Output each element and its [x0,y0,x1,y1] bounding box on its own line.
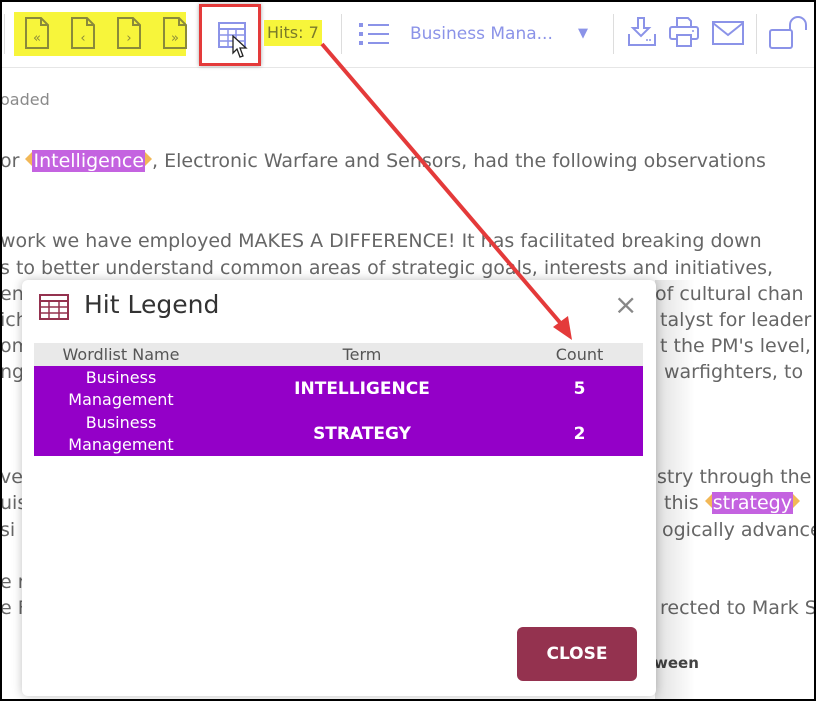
svg-text:«: « [33,31,41,46]
toolbar-divider [756,14,757,54]
chevron-down-icon: ▼ [578,26,588,41]
hit-next-marker-icon[interactable] [792,494,800,508]
column-header-wordlist[interactable]: Wordlist Name [34,343,208,366]
wordlist-select-value: Business Mana... [410,24,553,44]
close-icon[interactable]: × [614,290,637,320]
table-header: Wordlist Name Term Count [34,343,643,366]
hit-legend-button[interactable] [199,4,261,66]
document-line: ng [0,361,25,383]
hit-next-marker-icon[interactable] [145,152,153,166]
document-line: ve [0,466,23,488]
wordlist-select[interactable]: Business Mana... ▼ [410,20,595,48]
hits-count-label: Hits: 7 [264,20,322,46]
first-page-button[interactable]: « [24,16,50,50]
toolbar-divider [341,14,342,54]
next-page-button[interactable]: › [116,16,142,50]
email-icon[interactable] [712,20,744,46]
term-cell: STRATEGY [313,423,411,444]
table-row[interactable]: Business Management STRATEGY 2 [34,411,643,456]
document-line: s to better understand common areas of s… [0,257,774,279]
svg-text:»: » [171,31,179,46]
print-icon[interactable] [668,16,700,48]
toolbar-divider [613,14,614,54]
hit-prev-marker-icon[interactable] [704,494,712,508]
hit-highlight[interactable]: strategy [711,492,793,514]
term-cell: INTELLIGENCE [294,378,430,399]
unlock-icon[interactable] [768,16,808,50]
close-button[interactable]: CLOSE [517,627,637,681]
hit-highlight[interactable]: Intelligence [32,150,146,172]
modal-backdrop-shadow [655,280,695,700]
column-header-count[interactable]: Count [516,343,643,366]
hit-legend-grid-icon [39,294,69,320]
list-icon[interactable] [359,22,389,46]
document-toolbar: « ‹ › » Hits: 7 Business Mana... ▼ [0,0,816,68]
next-page-icon: › [117,17,141,49]
hit-legend-dialog: Hit Legend × Wordlist Name Term Count Bu… [22,280,656,696]
mouse-cursor-icon [232,35,248,58]
last-page-button[interactable]: » [162,16,188,50]
dialog-title: Hit Legend [84,290,220,319]
wordlist-cell: Business Management [68,367,174,409]
previous-page-icon: ‹ [71,17,95,49]
hit-legend-table: Wordlist Name Term Count Business Manage… [34,343,643,456]
count-cell: 2 [573,423,586,444]
table-row[interactable]: Business Management INTELLIGENCE 5 [34,366,643,411]
document-line: or Intelligence, Electronic Warfare and … [0,150,766,172]
document-line: work we have employed MAKES A DIFFERENCE… [0,230,762,252]
count-cell: 5 [573,378,586,399]
column-header-term[interactable]: Term [208,343,516,366]
svg-text:‹: ‹ [80,31,85,46]
download-icon[interactable] [626,16,658,48]
document-line: si [0,519,16,541]
document-line: en [0,283,24,305]
first-page-icon: « [25,17,49,49]
svg-text:›: › [126,31,131,46]
page-navigation-group: « ‹ › » [14,12,188,56]
last-page-icon: » [163,17,187,49]
wordlist-cell: Business Management [68,412,174,454]
toolbar-divider [4,14,5,54]
loaded-status: oaded [0,90,50,109]
previous-page-button[interactable]: ‹ [70,16,96,50]
